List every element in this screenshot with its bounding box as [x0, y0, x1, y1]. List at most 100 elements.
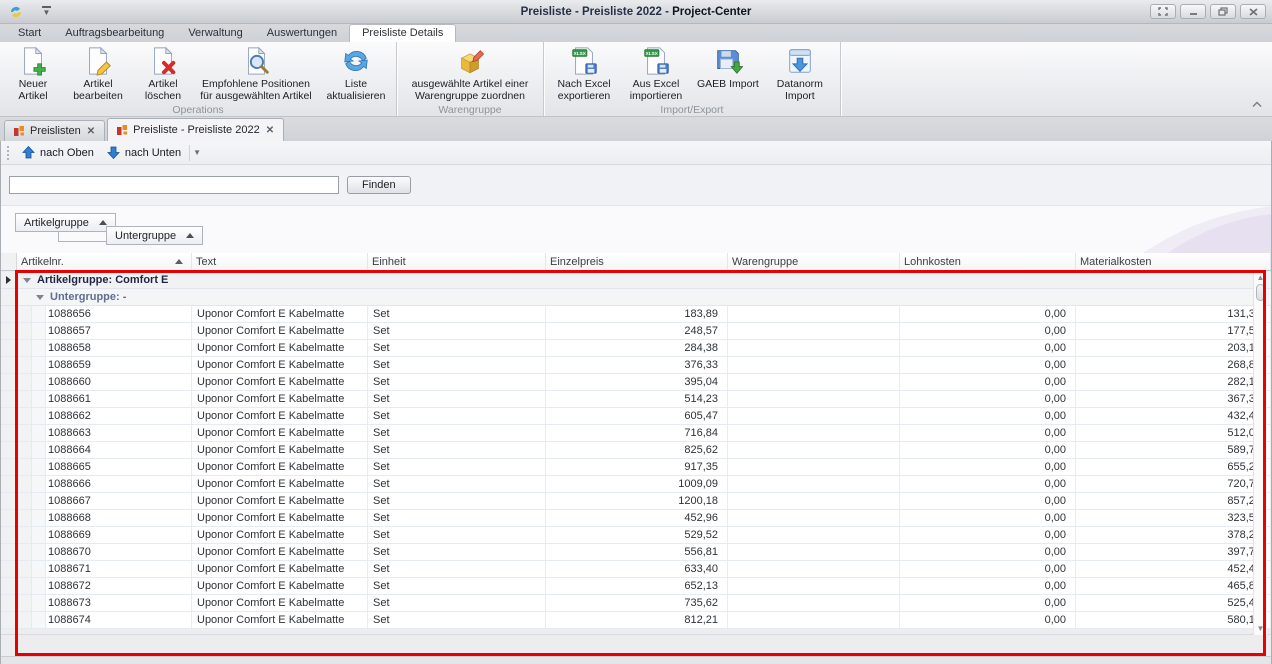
datanorm-import-button[interactable]: Datanorm Import: [765, 44, 835, 104]
cell-einzelpreis[interactable]: 716,84: [546, 425, 728, 441]
cell-warengruppe[interactable]: [728, 425, 900, 441]
cell-einzelpreis[interactable]: 248,57: [546, 323, 728, 339]
scroll-down-icon[interactable]: ▼: [1254, 624, 1267, 633]
cell-einzelpreis[interactable]: 514,23: [546, 391, 728, 407]
aus-excel-importieren-button[interactable]: XLSX Aus Excel importieren: [621, 44, 691, 104]
cell-einheit[interactable]: Set: [368, 408, 546, 424]
cell-einzelpreis[interactable]: 633,40: [546, 561, 728, 577]
cell-einzelpreis[interactable]: 395,04: [546, 374, 728, 390]
cell-warengruppe[interactable]: [728, 595, 900, 611]
liste-aktualisieren-button[interactable]: Liste aktualisieren: [321, 44, 391, 104]
scrollbar-thumb[interactable]: [1256, 284, 1265, 301]
cell-warengruppe[interactable]: [728, 357, 900, 373]
restore-button[interactable]: [1210, 4, 1236, 19]
table-row[interactable]: 1088673Uponor Comfort E KabelmatteSet735…: [1, 595, 1271, 612]
cell-einheit[interactable]: Set: [368, 306, 546, 322]
cell-einzelpreis[interactable]: 652,13: [546, 578, 728, 594]
artikel-loeschen-button[interactable]: Artikel löschen: [135, 44, 191, 104]
empfohlene-positionen-button[interactable]: Empfohlene Positionen für ausgewählten A…: [193, 44, 319, 104]
cell-warengruppe[interactable]: [728, 391, 900, 407]
cell-text[interactable]: Uponor Comfort E Kabelmatte: [192, 612, 368, 628]
cell-lohnkosten[interactable]: 0,00: [900, 340, 1076, 356]
cell-einzelpreis[interactable]: 735,62: [546, 595, 728, 611]
cell-text[interactable]: Uponor Comfort E Kabelmatte: [192, 595, 368, 611]
artikel-bearbeiten-button[interactable]: Artikel bearbeiten: [63, 44, 133, 104]
cell-materialkosten[interactable]: 589,73: [1076, 442, 1271, 458]
table-row[interactable]: 1088669Uponor Comfort E KabelmatteSet529…: [1, 527, 1271, 544]
collapse-group-icon[interactable]: [23, 278, 31, 283]
cell-text[interactable]: Uponor Comfort E Kabelmatte: [192, 476, 368, 492]
cell-text[interactable]: Uponor Comfort E Kabelmatte: [192, 459, 368, 475]
cell-text[interactable]: Uponor Comfort E Kabelmatte: [192, 323, 368, 339]
cell-lohnkosten[interactable]: 0,00: [900, 391, 1076, 407]
search-input[interactable]: [9, 176, 339, 194]
cell-materialkosten[interactable]: 512,03: [1076, 425, 1271, 441]
cell-lohnkosten[interactable]: 0,00: [900, 527, 1076, 543]
cell-einheit[interactable]: Set: [368, 561, 546, 577]
close-tab-icon[interactable]: ✕: [265, 125, 275, 136]
cell-text[interactable]: Uponor Comfort E Kabelmatte: [192, 425, 368, 441]
cell-einheit[interactable]: Set: [368, 323, 546, 339]
ribbon-tab-auftragsbearbeitung[interactable]: Auftragsbearbeitung: [53, 25, 176, 42]
cell-einheit[interactable]: Set: [368, 476, 546, 492]
column-header-einzelpreis[interactable]: Einzelpreis: [546, 253, 728, 270]
cell-lohnkosten[interactable]: 0,00: [900, 306, 1076, 322]
cell-materialkosten[interactable]: 367,31: [1076, 391, 1271, 407]
cell-materialkosten[interactable]: 720,78: [1076, 476, 1271, 492]
table-row[interactable]: 1088670Uponor Comfort E KabelmatteSet556…: [1, 544, 1271, 561]
cell-lohnkosten[interactable]: 0,00: [900, 357, 1076, 373]
cell-einheit[interactable]: Set: [368, 459, 546, 475]
collapse-ribbon-button[interactable]: [1250, 98, 1264, 110]
cell-warengruppe[interactable]: [728, 527, 900, 543]
column-header-lohnkosten[interactable]: Lohnkosten: [900, 253, 1076, 270]
cell-einheit[interactable]: Set: [368, 391, 546, 407]
cell-einzelpreis[interactable]: 529,52: [546, 527, 728, 543]
cell-einheit[interactable]: Set: [368, 442, 546, 458]
table-row[interactable]: 1088672Uponor Comfort E KabelmatteSet652…: [1, 578, 1271, 595]
cell-einheit[interactable]: Set: [368, 357, 546, 373]
cell-lohnkosten[interactable]: 0,00: [900, 323, 1076, 339]
cell-materialkosten[interactable]: 131,35: [1076, 306, 1271, 322]
column-header-warengruppe[interactable]: Warengruppe: [728, 253, 900, 270]
nach-oben-button[interactable]: nach Oben: [17, 144, 102, 161]
cell-lohnkosten[interactable]: 0,00: [900, 578, 1076, 594]
cell-materialkosten[interactable]: 655,25: [1076, 459, 1271, 475]
cell-warengruppe[interactable]: [728, 408, 900, 424]
table-row[interactable]: 1088659Uponor Comfort E KabelmatteSet376…: [1, 357, 1271, 374]
cell-warengruppe[interactable]: [728, 340, 900, 356]
cell-lohnkosten[interactable]: 0,00: [900, 442, 1076, 458]
cell-warengruppe[interactable]: [728, 578, 900, 594]
cell-materialkosten[interactable]: 432,48: [1076, 408, 1271, 424]
table-row[interactable]: 1088671Uponor Comfort E KabelmatteSet633…: [1, 561, 1271, 578]
cell-lohnkosten[interactable]: 0,00: [900, 408, 1076, 424]
table-row[interactable]: 1088666Uponor Comfort E KabelmatteSet100…: [1, 476, 1271, 493]
cell-materialkosten[interactable]: 203,13: [1076, 340, 1271, 356]
cell-einheit[interactable]: Set: [368, 510, 546, 526]
cell-text[interactable]: Uponor Comfort E Kabelmatte: [192, 408, 368, 424]
cell-einzelpreis[interactable]: 284,38: [546, 340, 728, 356]
cell-warengruppe[interactable]: [728, 374, 900, 390]
cell-text[interactable]: Uponor Comfort E Kabelmatte: [192, 510, 368, 526]
cell-warengruppe[interactable]: [728, 476, 900, 492]
cell-warengruppe[interactable]: [728, 561, 900, 577]
cell-einheit[interactable]: Set: [368, 374, 546, 390]
group-row-untergruppe[interactable]: Untergruppe: -: [1, 289, 1271, 306]
ribbon-tab-verwaltung[interactable]: Verwaltung: [176, 25, 254, 42]
vertical-scrollbar[interactable]: ▲ ▼: [1253, 273, 1267, 635]
cell-einzelpreis[interactable]: 452,96: [546, 510, 728, 526]
fit-window-button[interactable]: [1150, 4, 1176, 19]
cell-einheit[interactable]: Set: [368, 340, 546, 356]
column-header-materialkosten[interactable]: Materialkosten: [1076, 253, 1271, 270]
group-by-untergruppe[interactable]: Untergruppe: [106, 226, 203, 245]
warengruppe-zuordnen-button[interactable]: ausgewählte Artikel einer Warengruppe zu…: [402, 44, 538, 104]
close-button[interactable]: [1240, 4, 1266, 19]
group-by-artikelgruppe[interactable]: Artikelgruppe: [15, 213, 116, 232]
table-row[interactable]: 1088674Uponor Comfort E KabelmatteSet812…: [1, 612, 1271, 629]
doc-tab-preisliste-2022[interactable]: Preisliste - Preisliste 2022 ✕: [107, 118, 284, 141]
doc-tab-preislisten[interactable]: Preislisten ✕: [4, 120, 105, 141]
cell-lohnkosten[interactable]: 0,00: [900, 493, 1076, 509]
cell-materialkosten[interactable]: 452,43: [1076, 561, 1271, 577]
cell-materialkosten[interactable]: 397,72: [1076, 544, 1271, 560]
cell-text[interactable]: Uponor Comfort E Kabelmatte: [192, 493, 368, 509]
cell-lohnkosten[interactable]: 0,00: [900, 544, 1076, 560]
